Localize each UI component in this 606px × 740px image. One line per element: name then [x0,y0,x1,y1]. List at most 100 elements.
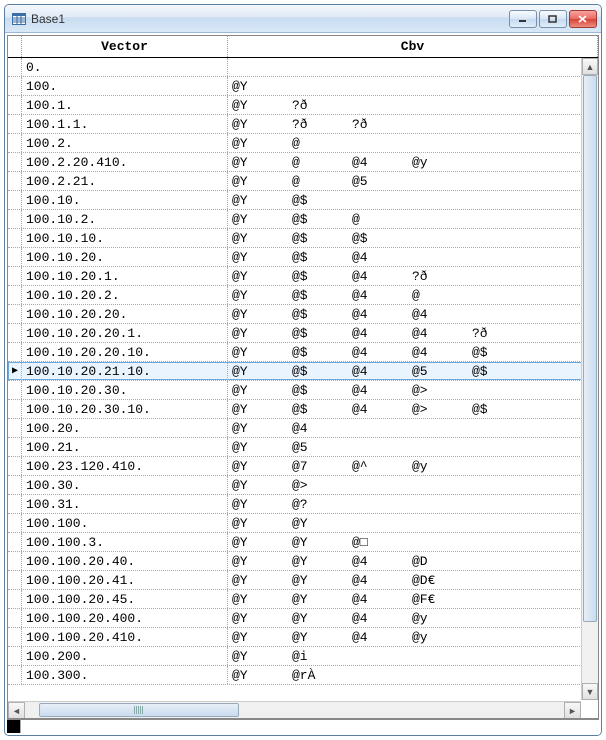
cell-cbv[interactable]: @Y@Y@4@F€ [228,590,598,608]
row-selector[interactable] [8,286,22,304]
row-selector[interactable] [8,533,22,551]
cell-vector[interactable]: 100.10.20.20. [22,305,228,323]
cell-cbv[interactable]: @Y@@4@y [228,153,598,171]
row-selector[interactable] [8,153,22,171]
table-row[interactable]: 100.10.2.@Y@$@ [8,210,598,229]
cell-cbv[interactable]: @Y@$@4@5@$ [228,362,598,380]
cell-cbv[interactable]: @Y [228,77,598,95]
cell-cbv[interactable]: @Y@Y@4@y [228,609,598,627]
cell-vector[interactable]: 100.10.20.2. [22,286,228,304]
cell-vector[interactable]: 100.31. [22,495,228,513]
cell-vector[interactable]: 100.2.20.410. [22,153,228,171]
cell-cbv[interactable]: @Y@5 [228,438,598,456]
table-row[interactable]: 100.100.20.410.@Y@Y@4@y [8,628,598,647]
cell-vector[interactable]: 100.10.20.20.10. [22,343,228,361]
row-selector[interactable] [8,96,22,114]
row-selector[interactable] [8,191,22,209]
table-row[interactable]: 100.200.@Y@i [8,647,598,666]
table-row[interactable]: 100.2.@Y@ [8,134,598,153]
cell-cbv[interactable]: @Y?ð?ð [228,115,598,133]
cell-vector[interactable]: 100.2.21. [22,172,228,190]
cell-cbv[interactable]: @Y@Y [228,514,598,532]
cell-vector[interactable]: 100.1.1. [22,115,228,133]
scroll-right-button[interactable]: ► [564,702,581,719]
record-navigator[interactable] [7,719,599,733]
cell-vector[interactable]: 100.100.3. [22,533,228,551]
table-row[interactable]: 100.31.@Y@? [8,495,598,514]
row-selector[interactable] [8,343,22,361]
table-row[interactable]: 100.2.20.410.@Y@@4@y [8,153,598,172]
table-row[interactable]: 100.1.1.@Y?ð?ð [8,115,598,134]
grid-body[interactable]: 0.100.@Y100.1.@Y?ð100.1.1.@Y?ð?ð100.2.@Y… [8,58,598,718]
row-selector[interactable] [8,476,22,494]
cell-vector[interactable]: 100. [22,77,228,95]
cell-vector[interactable]: 100.10.10. [22,229,228,247]
table-row[interactable]: 100.100.20.40.@Y@Y@4@D [8,552,598,571]
vertical-scrollbar[interactable]: ▲ ▼ [581,58,598,700]
row-selector-header[interactable] [8,36,22,57]
nav-marker[interactable] [7,720,21,733]
cell-vector[interactable]: 100.100.20.40. [22,552,228,570]
cell-cbv[interactable]: @Y@$@4@ [228,286,598,304]
table-row[interactable]: 100.@Y [8,77,598,96]
cell-cbv[interactable]: @Y@@5 [228,172,598,190]
cell-cbv[interactable]: @Y@$@4 [228,248,598,266]
horizontal-scrollbar[interactable]: ◄ ► [8,701,581,718]
row-selector[interactable] [8,609,22,627]
cell-cbv[interactable]: @Y@Y@4@D€ [228,571,598,589]
row-selector[interactable] [8,324,22,342]
close-button[interactable] [569,10,597,28]
cell-cbv[interactable]: @Y@7@^@y [228,457,598,475]
cell-cbv[interactable] [228,58,598,76]
cell-vector[interactable]: 100.2. [22,134,228,152]
cell-vector[interactable]: 100.100. [22,514,228,532]
row-selector[interactable] [8,229,22,247]
table-row[interactable]: 100.20.@Y@4 [8,419,598,438]
table-row[interactable]: 100.10.20.2.@Y@$@4@ [8,286,598,305]
table-row[interactable]: 100.100.20.400.@Y@Y@4@y [8,609,598,628]
table-row[interactable]: 100.10.@Y@$ [8,191,598,210]
cell-vector[interactable]: 100.20. [22,419,228,437]
cell-cbv[interactable]: @Y@Y@□ [228,533,598,551]
cell-vector[interactable]: 100.21. [22,438,228,456]
table-row[interactable]: 100.23.120.410.@Y@7@^@y [8,457,598,476]
table-row[interactable]: 100.10.20.1.@Y@$@4?ð [8,267,598,286]
row-selector[interactable] [8,305,22,323]
table-row[interactable]: 100.1.@Y?ð [8,96,598,115]
table-row[interactable]: 100.10.20.20.@Y@$@4@4 [8,305,598,324]
row-selector[interactable] [8,514,22,532]
row-selector[interactable] [8,248,22,266]
row-selector[interactable] [8,628,22,646]
table-row[interactable]: 100.100.20.45.@Y@Y@4@F€ [8,590,598,609]
row-selector[interactable] [8,647,22,665]
cell-vector[interactable]: 100.30. [22,476,228,494]
row-selector[interactable] [8,590,22,608]
cell-vector[interactable]: 100.10.20.21.10. [22,362,228,380]
cell-vector[interactable]: 100.100.20.45. [22,590,228,608]
cell-vector[interactable]: 100.10.20.30. [22,381,228,399]
cell-vector[interactable]: 100.100.20.41. [22,571,228,589]
cell-vector[interactable]: 100.10.20.30.10. [22,400,228,418]
cell-cbv[interactable]: @Y@$@4@>@$ [228,400,598,418]
cell-cbv[interactable]: @Y@i [228,647,598,665]
cell-cbv[interactable]: @Y?ð [228,96,598,114]
row-selector[interactable] [8,666,22,684]
row-selector[interactable] [8,134,22,152]
row-selector[interactable] [8,267,22,285]
table-row[interactable]: 100.300.@Y@rÀ [8,666,598,685]
row-selector[interactable] [8,172,22,190]
table-row[interactable]: 100.100.20.41.@Y@Y@4@D€ [8,571,598,590]
cell-vector[interactable]: 100.100.20.410. [22,628,228,646]
hscroll-track[interactable] [25,702,564,718]
vscroll-track[interactable] [582,75,598,683]
cell-vector[interactable]: 100.23.120.410. [22,457,228,475]
table-row[interactable]: 100.10.20.@Y@$@4 [8,248,598,267]
row-selector[interactable] [8,77,22,95]
scroll-left-button[interactable]: ◄ [8,702,25,719]
maximize-button[interactable] [539,10,567,28]
scroll-up-button[interactable]: ▲ [582,58,598,75]
cell-cbv[interactable]: @Y@$@4@4?ð [228,324,598,342]
cell-cbv[interactable]: @Y@$@4@> [228,381,598,399]
cell-cbv[interactable]: @Y@$@ [228,210,598,228]
row-selector[interactable]: ▶ [8,362,22,380]
